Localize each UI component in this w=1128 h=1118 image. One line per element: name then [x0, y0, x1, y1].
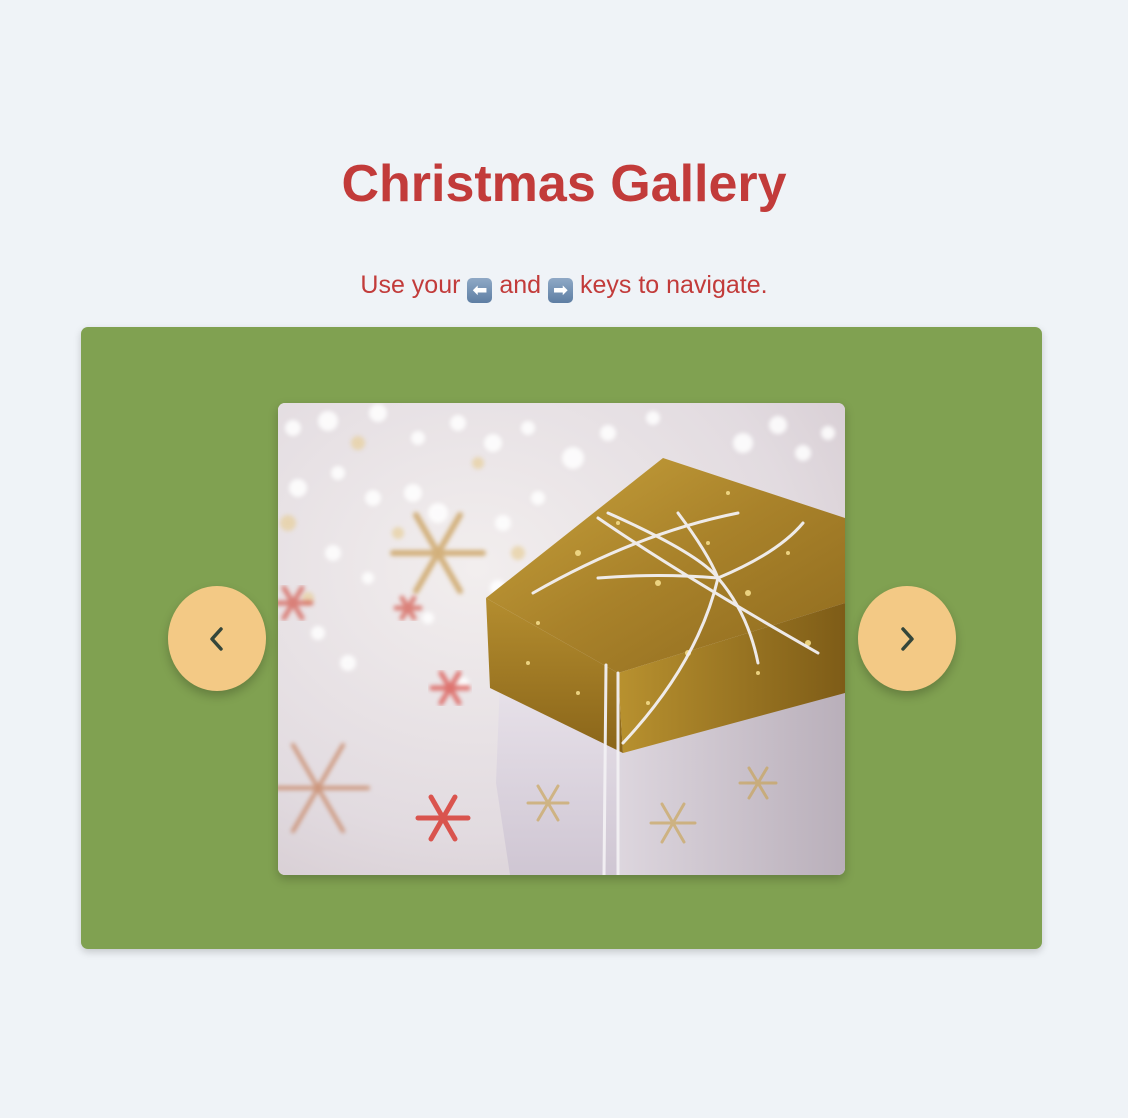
next-button[interactable] — [858, 586, 956, 691]
instructions-middle: and — [499, 271, 542, 299]
previous-button[interactable] — [168, 586, 266, 691]
chevron-right-icon — [901, 626, 914, 651]
page-title: Christmas Gallery — [341, 155, 787, 213]
gallery-container — [81, 327, 1042, 949]
chevron-left-icon — [210, 626, 223, 651]
gallery-image — [278, 403, 845, 875]
instructions-suffix: keys to navigate. — [579, 271, 768, 299]
right-arrow-key-icon: ➡ — [548, 278, 574, 303]
instructions-prefix: Use your — [360, 271, 461, 299]
gift-box-image — [278, 403, 845, 875]
navigation-instructions: Use your ⬅ and ➡ keys to navigate. — [0, 268, 1128, 303]
left-arrow-key-icon: ⬅ — [467, 278, 493, 303]
